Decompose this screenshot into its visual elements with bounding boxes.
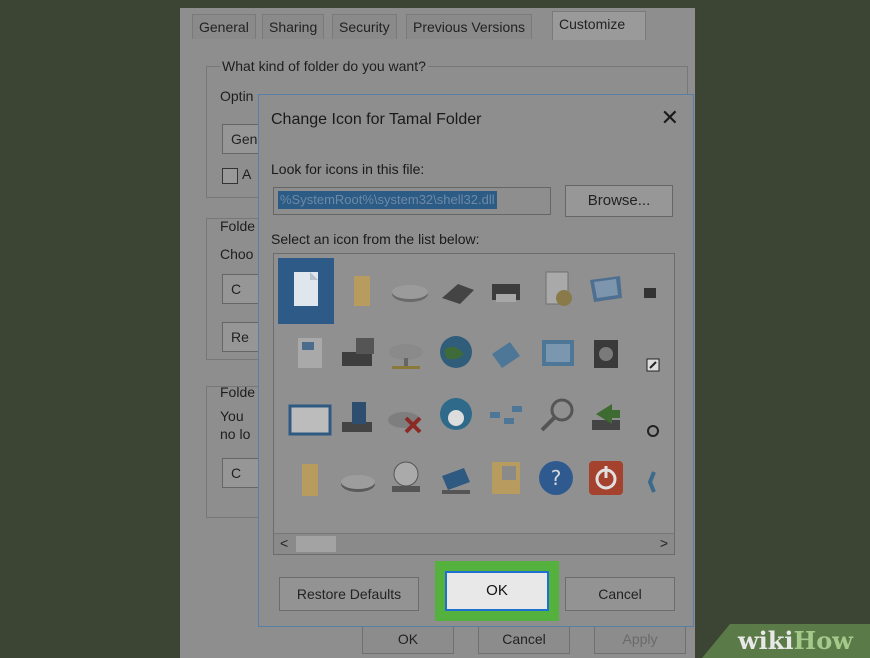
restore-defaults-button[interactable]: Restore Defaults	[279, 577, 419, 611]
folder-icon[interactable]	[290, 460, 330, 500]
folder-type-question: What kind of folder do you want?	[220, 58, 428, 74]
look-for-icons-label: Look for icons in this file:	[271, 161, 425, 177]
dialog-title: Change Icon for Tamal Folder	[271, 111, 482, 128]
network-drive-icon[interactable]	[386, 334, 426, 374]
folder-pictures-label: Folde	[220, 218, 256, 234]
window-icon[interactable]	[288, 400, 332, 440]
props-ok-button[interactable]: OK	[362, 624, 454, 654]
ie-icon[interactable]	[647, 468, 668, 496]
printer-icon[interactable]	[486, 272, 526, 312]
tab-sharing[interactable]: Sharing	[262, 14, 325, 39]
screenshot-stage: General Sharing Security Previous Versio…	[0, 0, 870, 658]
scroll-thumb[interactable]	[296, 536, 336, 552]
icon-file-path-input[interactable]: %SystemRoot%\system32\shell32.dll	[273, 187, 551, 215]
printer-computer-icon[interactable]	[338, 334, 378, 374]
globe-icon[interactable]	[436, 332, 476, 372]
shortcut-arrow-icon[interactable]	[646, 358, 660, 372]
shortcut-icon[interactable]	[642, 284, 662, 304]
document-clock-icon[interactable]	[538, 270, 578, 310]
chip-icon[interactable]	[438, 272, 478, 312]
wikihow-wiki-text: wiki	[738, 626, 794, 655]
folder-icons-desc-2: no lo	[220, 426, 251, 442]
disc-icon[interactable]	[646, 424, 660, 438]
scroll-left-arrow[interactable]: <	[280, 535, 288, 551]
document-image-icon[interactable]	[290, 334, 330, 374]
choose-file-label: Choo	[220, 246, 254, 262]
select-icon-label: Select an icon from the list below:	[271, 231, 480, 247]
apply-subfolders-checkbox[interactable]	[222, 168, 238, 184]
wikihow-how-text: How	[793, 626, 853, 655]
icon-list-scrollbar[interactable]: < >	[274, 533, 674, 554]
drive-icon[interactable]	[390, 272, 430, 312]
wikihow-watermark: wikiHow	[702, 624, 870, 658]
folder-icons-desc: You	[220, 408, 244, 424]
tab-security[interactable]: Security	[332, 14, 397, 39]
network-computer-icon[interactable]	[486, 334, 526, 374]
props-cancel-button[interactable]: Cancel	[478, 624, 570, 654]
drive-delete-icon[interactable]	[386, 400, 426, 440]
icon-file-path-value: %SystemRoot%\system32\shell32.dll	[278, 191, 497, 209]
computer-icon[interactable]	[436, 460, 476, 500]
apply-subfolders-label: A	[242, 166, 252, 182]
tab-customize[interactable]: Customize	[552, 11, 646, 40]
scroll-right-arrow[interactable]: >	[660, 535, 668, 551]
optimize-label: Optin	[220, 88, 254, 104]
folder-icons-label: Folde	[220, 384, 256, 400]
ok-button-highlight: OK	[435, 561, 559, 621]
ok-button[interactable]: OK	[445, 571, 549, 611]
cd-drive-icon[interactable]	[386, 458, 426, 498]
speaker-icon[interactable]	[586, 334, 626, 374]
properties-tabs: General Sharing Security Previous Versio…	[180, 8, 695, 42]
icon-list[interactable]: ? < >	[273, 253, 675, 555]
change-icon-dialog: Change Icon for Tamal Folder ✕ Look for …	[258, 94, 694, 627]
power-icon[interactable]	[586, 458, 626, 498]
cd-icon[interactable]	[436, 394, 476, 434]
control-panel-icon[interactable]	[538, 334, 578, 374]
magnifier-icon[interactable]	[538, 396, 578, 436]
props-apply-button[interactable]: Apply	[594, 624, 686, 654]
close-icon[interactable]: ✕	[661, 105, 679, 131]
tab-general[interactable]: General	[192, 14, 256, 39]
drive-arrow-icon[interactable]	[586, 398, 626, 438]
blank-file-icon[interactable]	[278, 258, 334, 324]
network-icon[interactable]	[486, 398, 526, 438]
cancel-button[interactable]: Cancel	[565, 577, 675, 611]
folder-icon[interactable]	[486, 458, 526, 498]
folder-icon[interactable]	[342, 272, 382, 312]
svg-text:?: ?	[551, 466, 562, 490]
browse-button[interactable]: Browse...	[565, 185, 673, 217]
wikihow-logo: wikiHow	[738, 626, 853, 655]
monitor-icon[interactable]	[586, 270, 626, 310]
help-icon[interactable]: ?	[536, 458, 576, 498]
drive-install-icon[interactable]	[338, 398, 378, 438]
tab-previous-versions[interactable]: Previous Versions	[406, 14, 533, 39]
drive-icon[interactable]	[338, 462, 378, 502]
